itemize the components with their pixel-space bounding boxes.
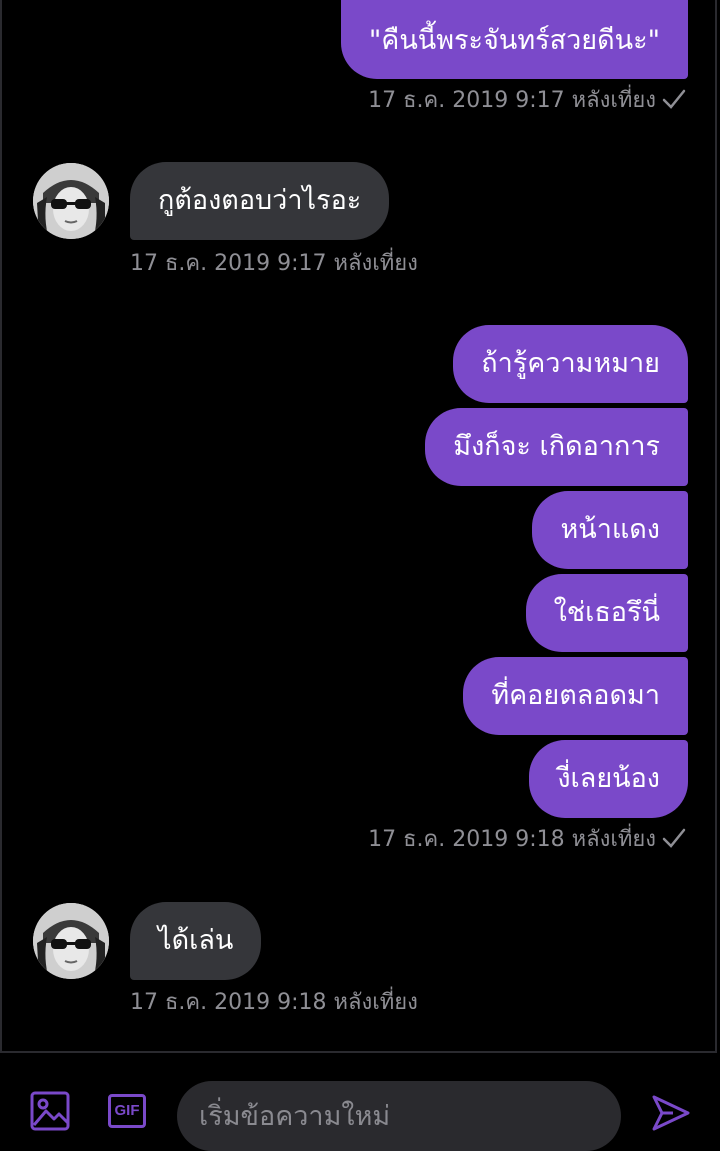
message-text: "คืนนี้พระจันทร์สวยดีนะ" (368, 25, 660, 56)
message-input[interactable] (177, 1081, 621, 1151)
outgoing-message[interactable]: "คืนนี้พระจันทร์สวยดีนะ" (340, 0, 688, 79)
avatar[interactable] (33, 163, 109, 239)
check-icon (662, 828, 686, 848)
message-text: ถ้ารู้ความหมาย (481, 348, 660, 379)
outgoing-message[interactable]: หน้าแดง (532, 491, 688, 569)
message-text: งี่เลยน้อง (557, 763, 660, 794)
message-timestamp: 17 ธ.ค. 2019 9:17 หลังเที่ยง (130, 251, 418, 276)
outgoing-message[interactable]: ถ้ารู้ความหมาย (453, 325, 688, 403)
incoming-message[interactable]: ได้เล่น (130, 902, 262, 980)
message-timestamp: 17 ธ.ค. 2019 9:17 หลังเที่ยง (368, 87, 686, 115)
image-icon[interactable] (30, 1091, 70, 1131)
message-text: กูต้องตอบว่าไรอะ (158, 185, 362, 216)
message-text: หน้าแดง (560, 514, 660, 545)
gif-button[interactable]: GIF (108, 1094, 146, 1128)
message-timestamp: 17 ธ.ค. 2019 9:18 หลังเที่ยง (130, 990, 418, 1015)
outgoing-message[interactable]: ใช่เธอรึนี่ (525, 574, 688, 652)
composer-bar: GIF (0, 1055, 720, 1151)
send-icon[interactable] (651, 1093, 691, 1133)
message-text: มึงก็จะ เกิดอาการ (453, 431, 660, 462)
avatar[interactable] (33, 903, 109, 979)
avatar-image (33, 163, 109, 239)
message-text: ใช่เธอรึนี่ (553, 597, 660, 628)
outgoing-message[interactable]: งี่เลยน้อง (529, 740, 688, 818)
check-icon (662, 89, 686, 109)
avatar-image (33, 903, 109, 979)
message-text: ได้เล่น (158, 925, 234, 956)
incoming-message[interactable]: กูต้องตอบว่าไรอะ (130, 162, 390, 240)
outgoing-message[interactable]: มึงก็จะ เกิดอาการ (425, 408, 688, 486)
outgoing-message[interactable]: ที่คอยตลอดมา (463, 657, 688, 735)
message-text: ที่คอยตลอดมา (491, 680, 660, 711)
message-timestamp: 17 ธ.ค. 2019 9:18 หลังเที่ยง (368, 826, 686, 854)
